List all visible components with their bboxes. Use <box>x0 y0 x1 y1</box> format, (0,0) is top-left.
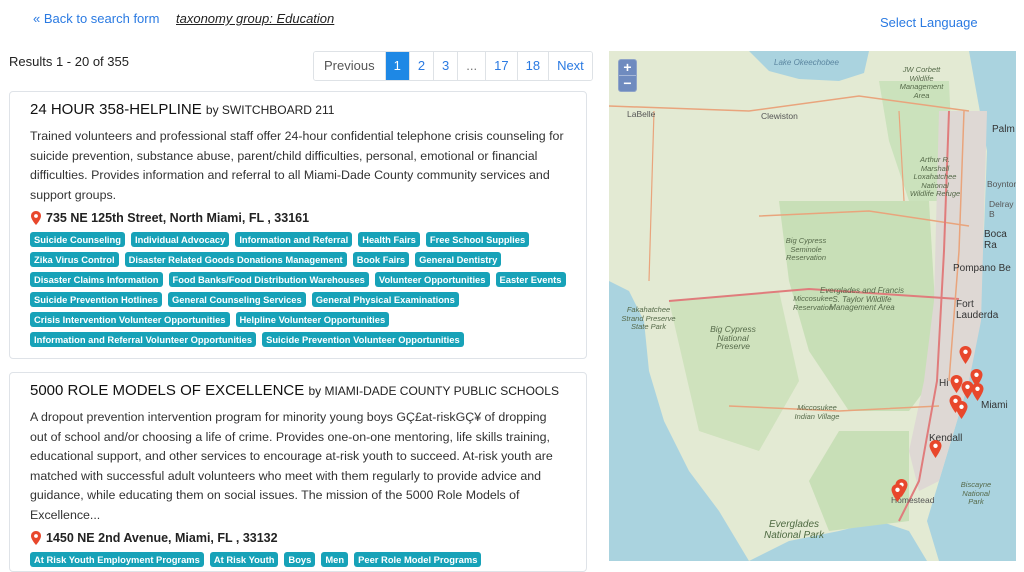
taxonomy-tag[interactable]: Suicide Prevention Volunteer Opportuniti… <box>262 332 464 347</box>
map-city-labelle: LaBelle <box>627 109 656 119</box>
map-label-fakahatchee: Fakahatchee Strand Preserve State Park <box>621 305 676 331</box>
pagination-ellipsis: ... <box>458 52 487 80</box>
result-provider: by MIAMI-DADE COUNTY PUBLIC SCHOOLS <box>308 384 559 398</box>
zoom-in-button[interactable]: + <box>619 60 636 76</box>
map-label-miccosukee-village: Miccosukee Indian Village <box>794 403 840 421</box>
next-page-button[interactable]: Next <box>549 52 592 80</box>
result-tags: Suicide Counseling Individual Advocacy I… <box>30 232 566 347</box>
result-card: 24 HOUR 358-HELPLINE by SWITCHBOARD 211 … <box>9 91 587 359</box>
map-label-biscayne: Biscayne National Park <box>960 480 992 506</box>
map-pin-icon <box>31 211 41 225</box>
result-description: Trained volunteers and professional staf… <box>30 129 564 202</box>
location-marker-icon[interactable] <box>891 484 904 502</box>
taxonomy-tag[interactable]: Boys <box>284 552 316 567</box>
map-label-lake: Lake Okeechobee <box>774 58 839 67</box>
taxonomy-tag[interactable]: Food Banks/Food Distribution Warehouses <box>168 272 369 287</box>
map-city-clewiston: Clewiston <box>761 111 798 121</box>
previous-page-button[interactable]: Previous <box>314 52 386 80</box>
taxonomy-tag[interactable]: Suicide Counseling <box>30 232 125 247</box>
result-address-text: 1450 NE 2nd Avenue, Miami, FL , 33132 <box>46 531 278 545</box>
location-marker-icon[interactable] <box>929 440 942 458</box>
results-count: Results 1 - 20 of 355 <box>9 54 129 69</box>
zoom-out-button[interactable]: − <box>619 76 636 91</box>
map-label-bigcypress-preserve: Big Cypress National Preserve <box>710 324 756 351</box>
map-city-delray: Delray B <box>989 199 1014 219</box>
page-3-button[interactable]: 3 <box>434 52 459 80</box>
taxonomy-tag[interactable]: General Counseling Services <box>168 292 306 307</box>
map-city-hialeah: Hi <box>939 378 949 389</box>
result-address-text: 735 NE 125th Street, North Miami, FL , 3… <box>46 211 310 225</box>
taxonomy-tag[interactable]: Disaster Claims Information <box>30 272 163 287</box>
map-zoom-control: + − <box>618 59 637 92</box>
taxonomy-group-link[interactable]: taxonomy group: Education <box>176 11 334 26</box>
map-pin-icon <box>31 531 41 545</box>
taxonomy-tag[interactable]: Suicide Prevention Hotlines <box>30 292 162 307</box>
page-18-button[interactable]: 18 <box>517 52 550 80</box>
taxonomy-tag[interactable]: Information and Referral <box>235 232 353 247</box>
result-name-link[interactable]: 5000 ROLE MODELS OF EXCELLENCE <box>30 382 304 399</box>
map-city-palm: Palm <box>992 124 1015 135</box>
result-description: A dropout prevention intervention progra… <box>30 410 553 522</box>
map-city-boynton: Boynton <box>987 179 1016 189</box>
taxonomy-tag[interactable]: Free School Supplies <box>425 232 530 247</box>
result-address: 1450 NE 2nd Avenue, Miami, FL , 33132 <box>30 531 566 545</box>
map-city-pompano: Pompano Be <box>953 263 1011 274</box>
result-provider: by SWITCHBOARD 211 <box>205 103 335 117</box>
taxonomy-tag[interactable]: Zika Virus Control <box>30 252 119 267</box>
select-language-link[interactable]: Select Language <box>880 15 978 30</box>
results-map[interactable]: Lake Okeechobee JW Corbett Wildlife Mana… <box>609 51 1016 561</box>
result-card: 5000 ROLE MODELS OF EXCELLENCE by MIAMI-… <box>9 372 587 572</box>
result-name-link[interactable]: 24 HOUR 358-HELPLINE <box>30 101 202 118</box>
taxonomy-tag[interactable]: Volunteer Opportunities <box>374 272 490 287</box>
map-label-miccosukee-res: Miccosukee Reservation <box>792 294 834 312</box>
map-city-boca: Boca Ra <box>984 229 1007 251</box>
top-bar: « Back to search form taxonomy group: Ed… <box>0 0 1024 40</box>
result-address: 735 NE 125th Street, North Miami, FL , 3… <box>30 211 566 225</box>
map-city-fort-lauderdale: Fort Lauderda <box>956 299 999 321</box>
result-tags: At Risk Youth Employment Programs At Ris… <box>30 552 566 567</box>
page-17-button[interactable]: 17 <box>486 52 518 80</box>
pagination: Previous 1 2 3 ... 17 18 Next <box>313 51 593 81</box>
location-marker-icon[interactable] <box>955 401 968 419</box>
map-label-everglades-np: Everglades National Park <box>763 519 825 541</box>
taxonomy-tag[interactable]: Individual Advocacy <box>131 232 230 247</box>
map-label-corbett: JW Corbett Wildlife Management Area <box>899 65 944 100</box>
page-2-button[interactable]: 2 <box>409 52 435 80</box>
taxonomy-tag[interactable]: Health Fairs <box>358 232 420 247</box>
map-city-miami: Miami <box>981 400 1008 411</box>
result-title: 24 HOUR 358-HELPLINE by SWITCHBOARD 211 <box>30 101 566 119</box>
taxonomy-tag[interactable]: At Risk Youth Employment Programs <box>30 552 204 567</box>
location-marker-icon[interactable] <box>971 383 984 401</box>
taxonomy-tag[interactable]: Peer Role Model Programs <box>354 552 482 567</box>
taxonomy-tag[interactable]: At Risk Youth <box>209 552 279 567</box>
taxonomy-tag[interactable]: Helpline Volunteer Opportunities <box>235 312 390 327</box>
taxonomy-tag[interactable]: Men <box>321 552 349 567</box>
taxonomy-tag[interactable]: Information and Referral Volunteer Oppor… <box>30 332 257 347</box>
taxonomy-tag[interactable]: General Physical Examinations <box>311 292 459 307</box>
taxonomy-tag[interactable]: Easter Events <box>495 272 566 287</box>
back-to-search-link[interactable]: « Back to search form <box>33 11 159 26</box>
map-label-loxahatchee: Arthur R. Marshall Loxahatchee National … <box>909 155 961 198</box>
taxonomy-tag[interactable]: Book Fairs <box>352 252 410 267</box>
taxonomy-tag[interactable]: General Dentistry <box>415 252 502 267</box>
map-label-bigcypress-res: Big Cypress Seminole Reservation <box>785 236 827 262</box>
taxonomy-tag[interactable]: Disaster Related Goods Donations Managem… <box>124 252 347 267</box>
location-marker-icon[interactable] <box>959 346 972 364</box>
taxonomy-tag[interactable]: Crisis Intervention Volunteer Opportunit… <box>30 312 230 327</box>
result-title: 5000 ROLE MODELS OF EXCELLENCE by MIAMI-… <box>30 382 566 400</box>
page-1-button[interactable]: 1 <box>385 52 410 80</box>
